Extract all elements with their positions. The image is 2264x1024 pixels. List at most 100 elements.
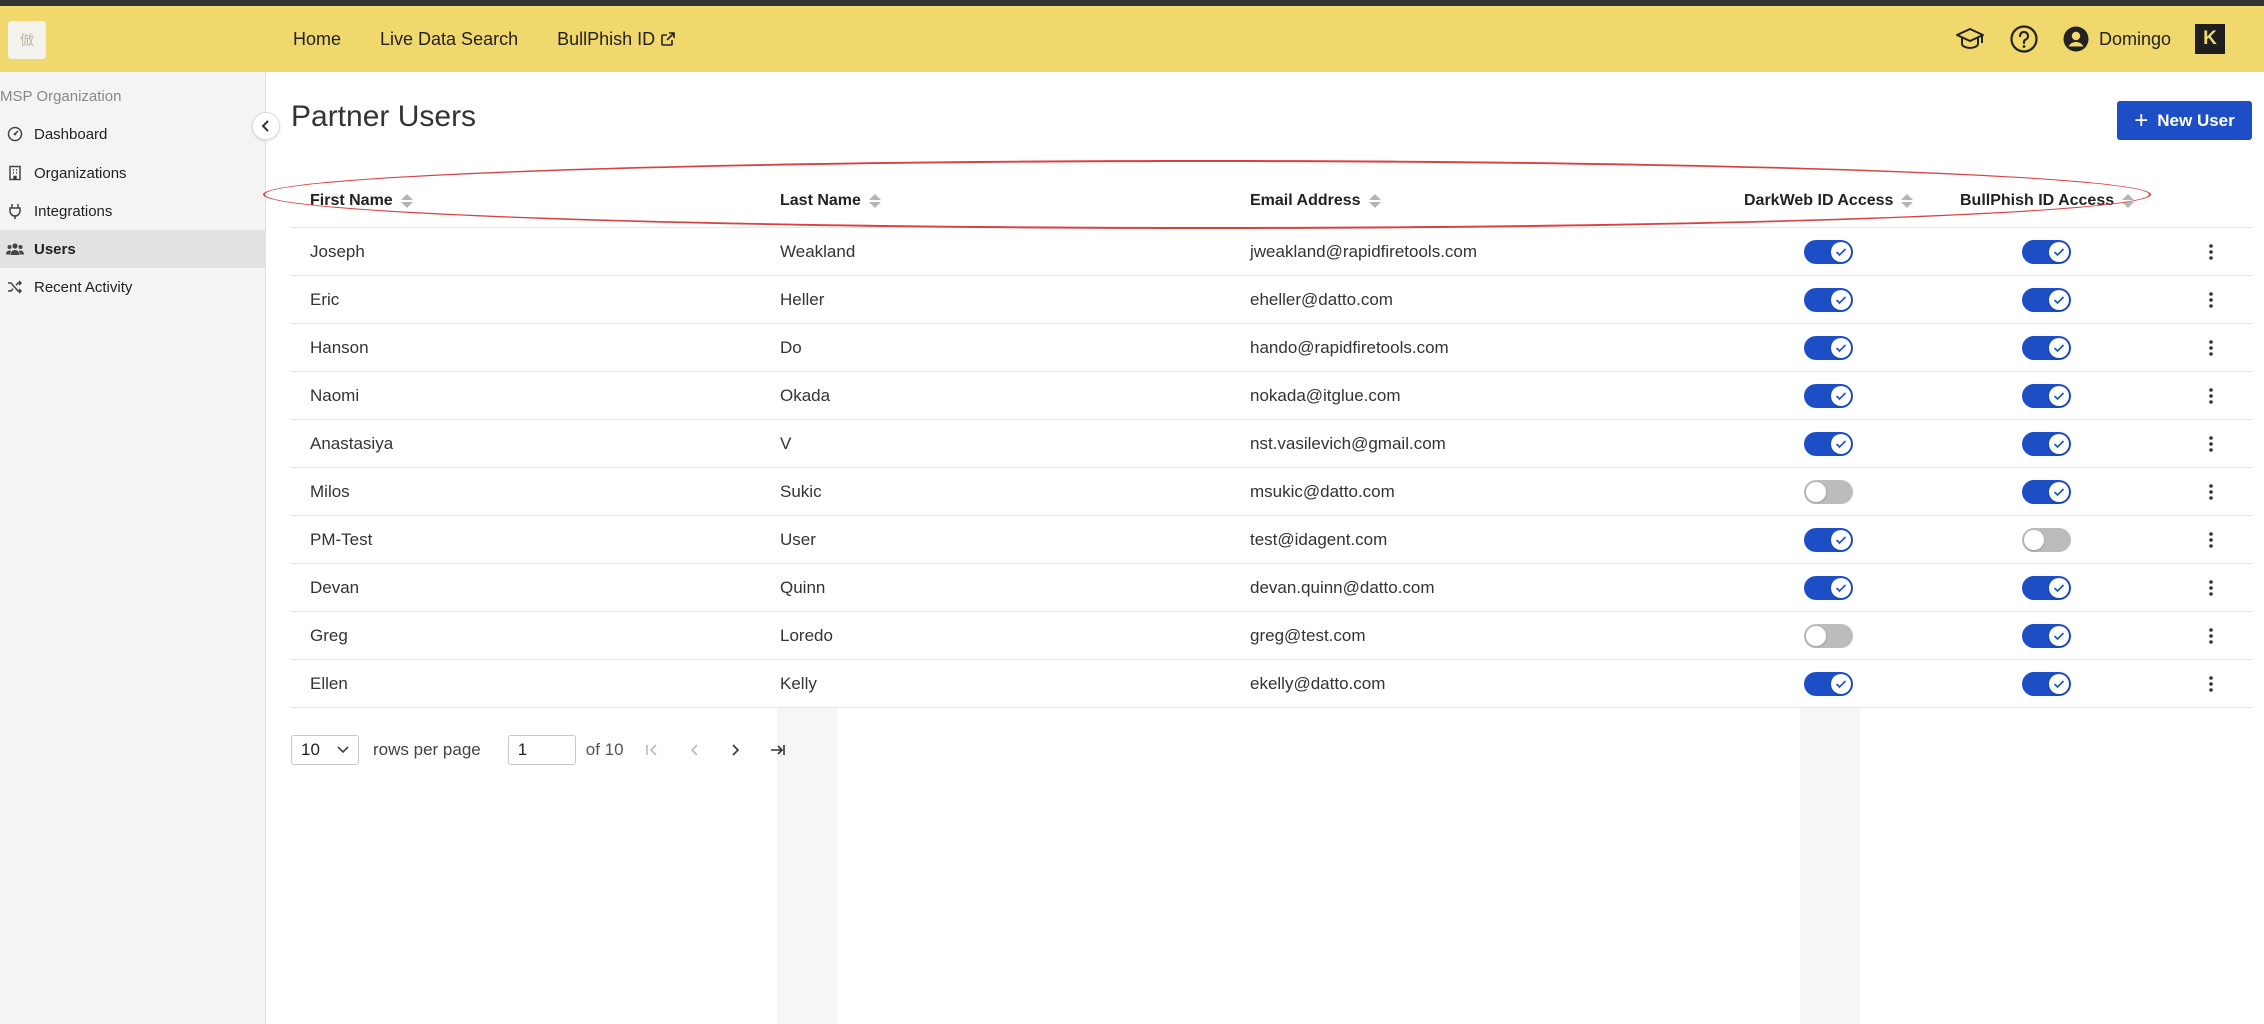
toggle-knob [2049,242,2069,262]
cell-first-name: Hanson [310,338,369,357]
bullphish-access-toggle[interactable] [2022,288,2071,312]
bullphish-access-toggle[interactable] [2022,576,2071,600]
user-menu[interactable]: Domingo [2063,26,2171,52]
sidebar-item-dashboard[interactable]: Dashboard [0,115,265,153]
check-icon [2053,248,2065,257]
bullphish-access-toggle[interactable] [2022,240,2071,264]
cell-first-name: Ellen [310,674,348,693]
table-row: Milos Sukic msukic@datto.com [291,468,2252,516]
darkweb-access-toggle[interactable] [1804,672,1853,696]
bullphish-access-toggle[interactable] [2022,624,2071,648]
table-row: Ellen Kelly ekelly@datto.com [291,660,2252,708]
toggle-knob [1831,290,1851,310]
row-actions [2191,276,2231,324]
cell-bullphish-access [2022,468,2071,516]
sidebar-item-recent-activity[interactable]: Recent Activity [0,268,265,306]
row-actions-button[interactable] [2191,387,2231,405]
row-actions-button[interactable] [2191,531,2231,549]
row-actions-button[interactable] [2191,243,2231,261]
training-button[interactable] [1955,26,1985,52]
bullphish-access-toggle[interactable] [2022,480,2071,504]
sidebar-item-organizations[interactable]: Organizations [0,154,265,192]
cell-bullphish-access [2022,324,2071,372]
header-darkweb-access[interactable]: DarkWeb ID Access [1744,174,1914,228]
row-actions-button[interactable] [2191,291,2231,309]
darkweb-access-toggle[interactable] [1804,432,1853,456]
cell-first-name: Eric [310,290,340,309]
header-label: DarkWeb ID Access [1744,192,1894,209]
darkweb-access-toggle[interactable] [1804,240,1853,264]
row-actions-button[interactable] [2191,675,2231,693]
nav-bullphish-id[interactable]: BullPhish ID [557,29,676,50]
app-logo[interactable]: 倣 [8,21,46,59]
header-first-name[interactable]: First Name [310,174,413,228]
page-title: Partner Users [291,100,477,133]
first-page-button[interactable] [640,735,664,765]
sidebar-title: MSP Organization [0,88,122,105]
topbar-right: Domingo K [1955,6,2264,72]
cell-last-name: Loredo [780,626,833,645]
cell-email: nokada@itglue.com [1250,386,1401,405]
bullphish-access-toggle[interactable] [2022,336,2071,360]
nav-live-data-search[interactable]: Live Data Search [380,29,518,50]
row-actions-button[interactable] [2191,579,2231,597]
page-number-input[interactable]: 1 [507,735,576,765]
darkweb-access-toggle[interactable] [1804,288,1853,312]
cell-first-name: Naomi [310,386,360,405]
rows-per-page-select[interactable]: 10 [291,735,359,765]
user-name: Domingo [2098,28,2171,49]
first-page-icon [645,744,657,756]
bullphish-access-toggle[interactable] [2022,672,2071,696]
bullphish-access-toggle[interactable] [2022,384,2071,408]
cell-bullphish-access [2022,564,2071,612]
sidebar-item-label: Users [34,240,76,258]
prev-page-button[interactable] [682,735,706,765]
cell-bullphish-access [2022,372,2071,420]
chevron-right-icon [731,744,739,756]
row-actions-button[interactable] [2191,627,2231,645]
cell-bullphish-access [2022,420,2071,468]
row-actions [2191,660,2231,708]
row-actions-button[interactable] [2191,483,2231,501]
header-last-name[interactable]: Last Name [780,174,881,228]
darkweb-access-toggle[interactable] [1804,576,1853,600]
darkweb-access-toggle[interactable] [1804,336,1853,360]
bullphish-access-toggle[interactable] [2022,528,2071,552]
pagination: 10 rows per page 1 of 10 [291,735,808,765]
cell-darkweb-access [1804,468,1853,516]
cell-darkweb-access [1804,612,1853,660]
darkweb-access-toggle[interactable] [1804,528,1853,552]
darkweb-access-toggle[interactable] [1804,624,1853,648]
kebab-menu-icon [2209,436,2213,452]
cell-email: devan.quinn@datto.com [1250,578,1435,597]
table-row: PM-Test User test@idagent.com [291,516,2252,564]
sidebar-collapse-button[interactable] [252,112,280,140]
cell-darkweb-access [1804,516,1853,564]
header-bullphish-access[interactable]: BullPhish ID Access [1960,174,2135,228]
check-icon [1835,248,1847,257]
kaseya-logo[interactable]: K [2195,24,2225,54]
last-page-button[interactable] [766,735,790,765]
top-navbar: 倣 Home Live Data Search BullPhish ID Dom… [0,6,2264,72]
sidebar-item-integrations[interactable]: Integrations [0,192,265,230]
bullphish-access-toggle[interactable] [2022,432,2071,456]
sidebar-item-users[interactable]: Users [0,230,265,268]
nav-home[interactable]: Home [293,29,341,50]
header-email[interactable]: Email Address [1250,174,1381,228]
row-actions [2191,228,2231,276]
row-actions [2191,420,2231,468]
check-icon [2053,488,2065,497]
cell-first-name: Milos [310,482,350,501]
cell-bullphish-access [2022,612,2071,660]
darkweb-access-toggle[interactable] [1804,480,1853,504]
chevron-left-icon [690,744,698,756]
next-page-button[interactable] [724,735,748,765]
new-user-button[interactable]: + New User [2117,101,2252,140]
darkweb-access-toggle[interactable] [1804,384,1853,408]
row-actions-button[interactable] [2191,339,2231,357]
users-table: First Name Last Name Email Address DarkW… [291,174,2252,708]
help-button[interactable] [2009,24,2039,54]
header-label: Email Address [1250,192,1361,209]
toggle-knob [1831,338,1851,358]
row-actions-button[interactable] [2191,435,2231,453]
